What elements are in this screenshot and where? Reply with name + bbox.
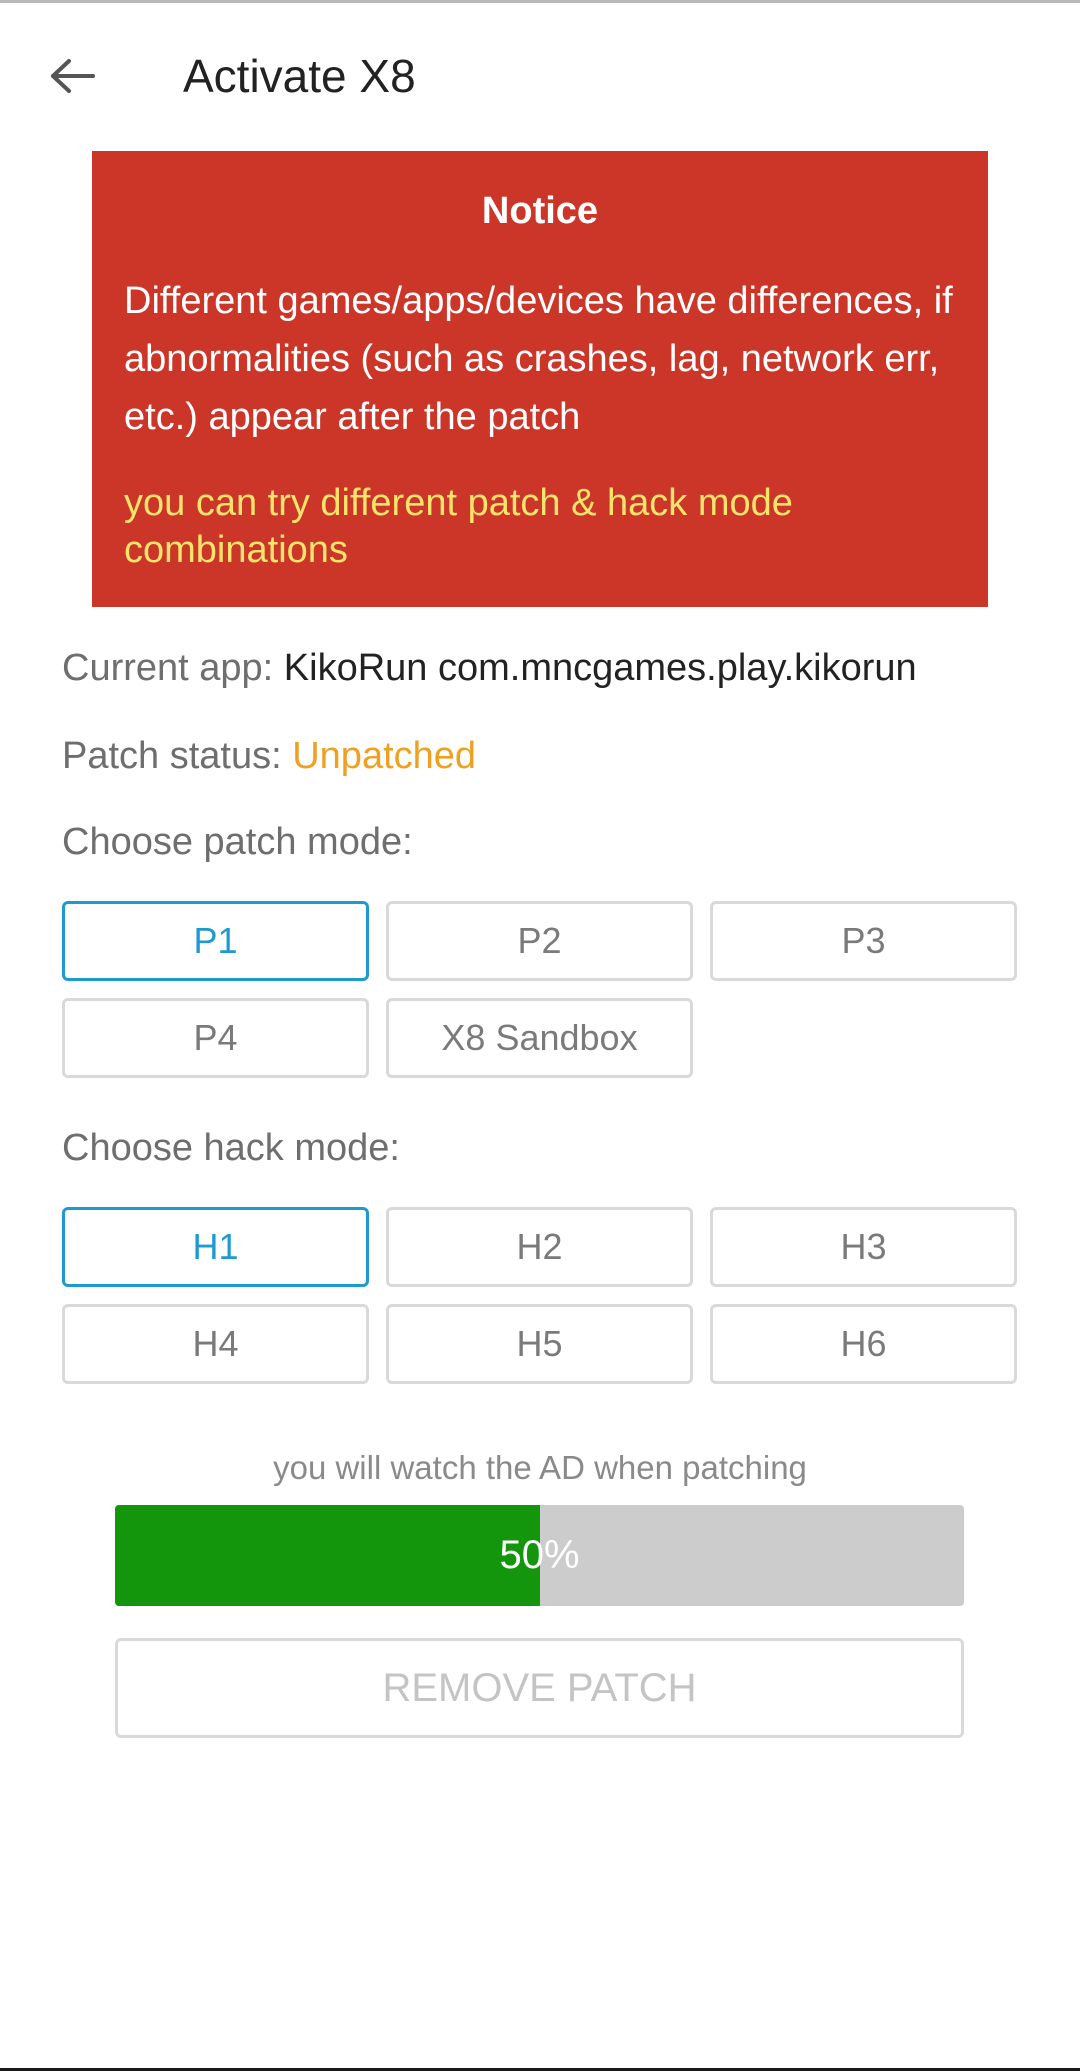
patch-mode-p4-button[interactable]: P4 <box>62 998 369 1078</box>
patch-mode-x8-sandbox-button[interactable]: X8 Sandbox <box>386 998 693 1078</box>
hack-mode-h6-button[interactable]: H6 <box>710 1304 1017 1384</box>
current-app-line: Current app: KikoRun com.mncgames.play.k… <box>62 643 917 693</box>
current-app-label: Current app: <box>62 647 274 689</box>
ad-notice-text: you will watch the AD when patching <box>273 1449 807 1486</box>
remove-patch-button[interactable]: REMOVE PATCH <box>115 1638 964 1738</box>
patch-mode-p2-button[interactable]: P2 <box>386 901 693 981</box>
notice-title: Notice <box>481 190 599 232</box>
top-divider <box>0 0 1080 3</box>
hack-mode-h5-button[interactable]: H5 <box>386 1304 693 1384</box>
patch-status-line: Patch status: Unpatched <box>62 731 476 781</box>
hack-mode-label: Choose hack mode: <box>62 1127 400 1169</box>
hack-mode-h4-button[interactable]: H4 <box>62 1304 369 1384</box>
notice-hint: you can try different patch & hack mode … <box>124 482 793 571</box>
patch-progress-button[interactable]: 50% <box>115 1505 964 1606</box>
hack-mode-h2-button[interactable]: H2 <box>386 1207 693 1287</box>
patch-status-value: Unpatched <box>292 735 477 777</box>
patch-mode-p3-button[interactable]: P3 <box>710 901 1017 981</box>
current-app-value: KikoRun com.mncgames.play.kikorun <box>283 647 917 689</box>
patch-status-label: Patch status: <box>62 735 282 777</box>
notice-body: Different games/apps/devices have differ… <box>124 280 953 438</box>
arrow-left-icon <box>51 59 95 93</box>
progress-label: 50% <box>499 1533 580 1577</box>
hack-mode-h1-button[interactable]: H1 <box>62 1207 369 1287</box>
back-button[interactable] <box>36 40 108 112</box>
hack-mode-h3-button[interactable]: H3 <box>710 1207 1017 1287</box>
page-title: Activate X8 <box>183 50 416 102</box>
notice-banner: Notice Different games/apps/devices have… <box>92 151 988 607</box>
patch-mode-label: Choose patch mode: <box>62 821 413 863</box>
patch-mode-p1-button[interactable]: P1 <box>62 901 369 981</box>
